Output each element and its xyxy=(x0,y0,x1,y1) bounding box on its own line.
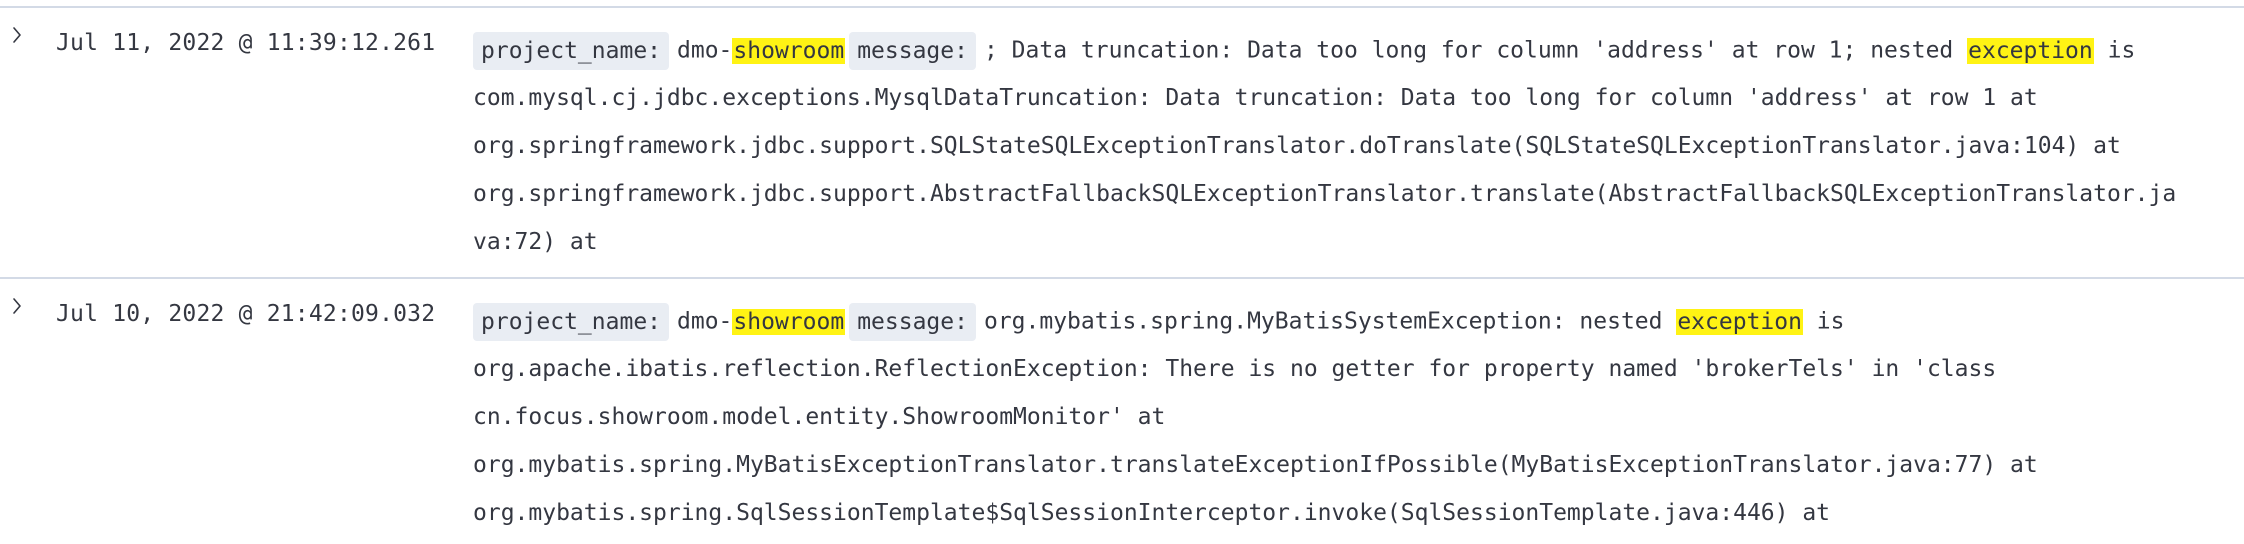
table-row: Jul 11, 2022 @ 11:39:12.261 project_name… xyxy=(0,8,2244,279)
field-value-message: ; Data truncation: Data too long for col… xyxy=(983,37,2136,64)
message-text: org.mybatis.spring.MyBatisSystemExceptio… xyxy=(983,308,1677,335)
message-text: is xyxy=(2093,37,2136,64)
document-line: project_name: dmo-showroom message: ; Data … xyxy=(473,26,2233,74)
field-key-project-name[interactable]: project_name: xyxy=(473,31,670,70)
field-value-message: org.mybatis.spring.MyBatisSystemExceptio… xyxy=(983,308,1845,335)
message-line: cn.focus.showroom.model.entity.ShowroomM… xyxy=(473,404,1166,430)
expand-row-button[interactable] xyxy=(6,24,28,46)
message-line: com.mysql.cj.jdbc.exceptions.MysqlDataTr… xyxy=(473,85,2038,111)
message-line: org.springframework.jdbc.support.Abstrac… xyxy=(473,181,2177,207)
field-key-message[interactable]: message: xyxy=(849,302,976,341)
search-highlight: exception xyxy=(1676,308,1803,335)
row-timestamp: Jul 10, 2022 @ 21:42:09.032 xyxy=(56,301,436,327)
table-top-border xyxy=(0,0,2244,8)
project-prefix: dmo- xyxy=(677,37,733,64)
row-timestamp: Jul 11, 2022 @ 11:39:12.261 xyxy=(56,30,436,56)
project-prefix: dmo- xyxy=(677,308,733,335)
search-highlight: exception xyxy=(1967,37,2094,64)
message-line: org.apache.ibatis.reflection.ReflectionE… xyxy=(473,356,1997,382)
expand-row-button[interactable] xyxy=(6,295,28,317)
chevron-right-icon xyxy=(13,27,21,43)
message-line: org.mybatis.spring.MyBatisExceptionTrans… xyxy=(473,452,2038,478)
row-document: project_name: dmo-showroom message: org.myb… xyxy=(473,297,2233,537)
message-line: va:72) at xyxy=(473,229,598,255)
message-line: org.mybatis.spring.SqlSessionTemplate$Sq… xyxy=(473,500,1831,526)
field-key-project-name[interactable]: project_name: xyxy=(473,302,670,341)
field-key-message[interactable]: message: xyxy=(849,31,976,70)
field-value-project-name: dmo-showroom xyxy=(677,37,846,64)
document-line: project_name: dmo-showroom message: org.myb… xyxy=(473,297,2233,345)
message-text: is xyxy=(1802,308,1845,335)
message-line: org.springframework.jdbc.support.SQLStat… xyxy=(473,133,2121,159)
table-row: Jul 10, 2022 @ 21:42:09.032 project_name… xyxy=(0,279,2244,544)
chevron-right-icon xyxy=(13,298,21,314)
search-highlight: showroom xyxy=(732,308,846,335)
search-highlight: showroom xyxy=(732,37,846,64)
message-text: ; Data truncation: Data too long for col… xyxy=(983,37,1968,64)
field-value-project-name: dmo-showroom xyxy=(677,308,846,335)
row-document: project_name: dmo-showroom message: ; Data … xyxy=(473,26,2233,266)
